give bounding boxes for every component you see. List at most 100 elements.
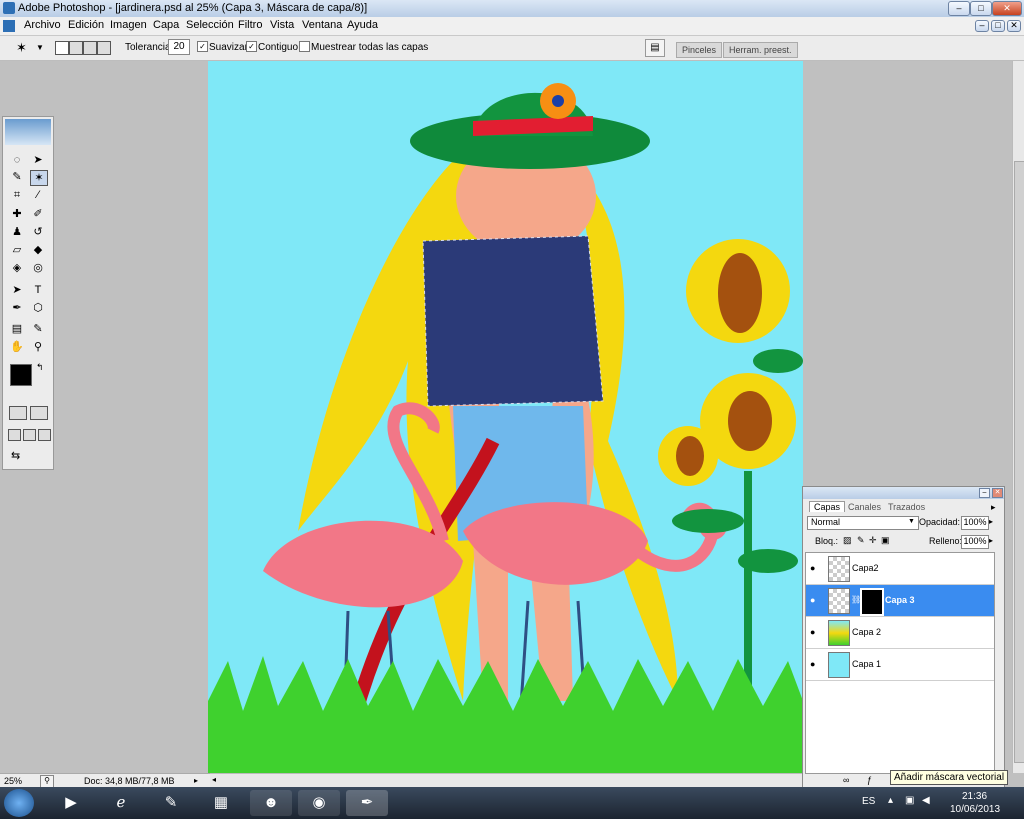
menu-capa[interactable]: Capa: [153, 19, 179, 31]
language-indicator[interactable]: ES: [862, 796, 875, 807]
tab-trazados[interactable]: Trazados: [885, 502, 928, 512]
media-player-icon[interactable]: ▶: [50, 790, 92, 816]
swap-colors-icon[interactable]: ↰: [36, 362, 44, 373]
marquee-tool-icon[interactable]: ◌: [9, 153, 25, 167]
eraser-tool-icon[interactable]: ▱: [9, 243, 25, 257]
document-canvas[interactable]: [208, 61, 803, 773]
document-icon[interactable]: [3, 20, 15, 32]
scroll-left-arrow-icon[interactable]: ◂: [212, 775, 216, 784]
blend-mode-select[interactable]: Normal ▼: [807, 516, 919, 530]
network-icon[interactable]: ▣: [905, 795, 914, 806]
crop-tool-icon[interactable]: ⌗: [9, 188, 25, 202]
imageready-icon[interactable]: ⇆: [11, 449, 20, 462]
link-layers-icon[interactable]: ∞: [843, 775, 849, 785]
file-explorer-icon[interactable]: ▦: [200, 790, 242, 816]
type-tool-icon[interactable]: T: [30, 283, 46, 297]
shape-tool-icon[interactable]: ⬡: [30, 301, 46, 315]
start-button[interactable]: [4, 789, 34, 817]
history-brush-icon[interactable]: ↺: [30, 225, 46, 239]
maximize-button[interactable]: □: [970, 1, 992, 16]
eye-icon[interactable]: ●: [810, 659, 815, 669]
opacity-input[interactable]: 100%: [961, 516, 989, 530]
blur-tool-icon[interactable]: ◈: [9, 261, 25, 275]
minimize-button[interactable]: –: [948, 1, 970, 16]
layer-row[interactable]: ● Capa 2: [806, 617, 994, 649]
pen-tool-icon[interactable]: ✒: [9, 301, 25, 315]
healing-brush-icon[interactable]: ✚: [9, 207, 25, 221]
doc-close-button[interactable]: ✕: [1007, 20, 1021, 32]
clock-time[interactable]: 21:36: [962, 791, 987, 802]
fill-slider-arrow-icon[interactable]: ▸: [989, 536, 993, 545]
tab-canales[interactable]: Canales: [845, 502, 884, 512]
intersect-selection-icon[interactable]: [97, 41, 111, 55]
clock-date[interactable]: 10/06/2013: [950, 804, 1000, 815]
scrollbar-thumb[interactable]: [1014, 161, 1024, 763]
chrome-icon[interactable]: ◉: [298, 790, 340, 816]
eyedropper-icon[interactable]: ✎: [30, 322, 46, 336]
eye-icon[interactable]: ●: [810, 563, 815, 573]
palette-well-icon[interactable]: ▤: [645, 39, 665, 57]
subtract-selection-icon[interactable]: [83, 41, 97, 55]
screen-mode-full-menu-icon[interactable]: [23, 429, 36, 441]
internet-explorer-icon[interactable]: ℯ: [100, 790, 142, 816]
layer-row[interactable]: ● Capa2: [806, 553, 994, 585]
menu-imagen[interactable]: Imagen: [110, 19, 147, 31]
fill-input[interactable]: 100%: [961, 535, 989, 549]
magic-wand-icon[interactable]: ✶: [16, 40, 27, 56]
menu-ayuda[interactable]: Ayuda: [347, 19, 378, 31]
menu-filtro[interactable]: Filtro: [238, 19, 262, 31]
layer-row-selected[interactable]: ● ⛓ Capa 3: [806, 585, 994, 617]
lock-position-icon[interactable]: ✛: [869, 535, 877, 546]
menu-seleccion[interactable]: Selección: [186, 19, 234, 31]
doc-restore-button[interactable]: □: [991, 20, 1005, 32]
standard-mode-icon[interactable]: [9, 406, 27, 420]
photoshop-taskbar-icon[interactable]: ✒: [346, 790, 388, 816]
tolerance-input[interactable]: 20: [168, 39, 190, 55]
doc-minimize-button[interactable]: –: [975, 20, 989, 32]
eye-icon[interactable]: ●: [810, 595, 815, 605]
lock-transparency-icon[interactable]: ▨: [843, 535, 852, 546]
add-selection-icon[interactable]: [69, 41, 83, 55]
notes-tool-icon[interactable]: ▤: [9, 322, 25, 336]
tab-herram-preest[interactable]: Herram. preest.: [723, 42, 798, 58]
brush-tool-icon[interactable]: ✐: [30, 207, 46, 221]
panel-close-button[interactable]: ✕: [992, 488, 1003, 498]
quick-mask-icon[interactable]: [30, 406, 48, 420]
magic-wand-tool-icon[interactable]: ✶: [30, 170, 48, 186]
close-button[interactable]: ✕: [992, 1, 1022, 16]
layer-style-icon[interactable]: ƒ: [867, 775, 872, 785]
slice-tool-icon[interactable]: ⁄: [30, 188, 46, 202]
paint-tool-icon[interactable]: ✎: [150, 790, 192, 816]
lock-image-icon[interactable]: ✎: [857, 535, 865, 546]
messenger-icon[interactable]: ☻: [250, 790, 292, 816]
screen-mode-standard-icon[interactable]: [8, 429, 21, 441]
horizontal-scrollbar[interactable]: ◂: [210, 773, 802, 788]
clone-stamp-icon[interactable]: ♟: [9, 225, 25, 239]
lock-all-icon[interactable]: ▣: [881, 535, 890, 546]
hand-tool-icon[interactable]: ✋: [9, 340, 25, 354]
zoom-level[interactable]: 25%: [4, 776, 22, 786]
foreground-color-swatch[interactable]: [10, 364, 32, 386]
eye-icon[interactable]: ●: [810, 627, 815, 637]
contiguous-checkbox[interactable]: ✓: [246, 41, 257, 52]
new-selection-icon[interactable]: [55, 41, 69, 55]
screen-mode-full-icon[interactable]: [38, 429, 51, 441]
layer-name[interactable]: Capa2: [852, 563, 879, 573]
menu-ventana[interactable]: Ventana: [302, 19, 342, 31]
chevron-down-icon[interactable]: ▼: [36, 43, 44, 52]
move-tool-icon[interactable]: ➤: [30, 153, 46, 167]
volume-icon[interactable]: ◀: [922, 795, 930, 806]
sample-all-checkbox[interactable]: [299, 41, 310, 52]
panel-menu-icon[interactable]: ▸: [991, 502, 996, 513]
status-menu-arrow-icon[interactable]: ▸: [194, 776, 198, 785]
path-selection-icon[interactable]: ➤: [9, 283, 25, 297]
tab-capas[interactable]: Capas: [809, 501, 846, 512]
zoom-tool-icon[interactable]: ⚲: [30, 340, 46, 354]
menu-vista[interactable]: Vista: [270, 19, 294, 31]
smooth-checkbox[interactable]: ✓: [197, 41, 208, 52]
layer-name[interactable]: Capa 3: [885, 595, 915, 605]
panel-minimize-button[interactable]: –: [979, 488, 990, 498]
menu-edicion[interactable]: Edición: [68, 19, 104, 31]
layer-name[interactable]: Capa 2: [852, 627, 881, 637]
menu-archivo[interactable]: Archivo: [24, 19, 61, 31]
